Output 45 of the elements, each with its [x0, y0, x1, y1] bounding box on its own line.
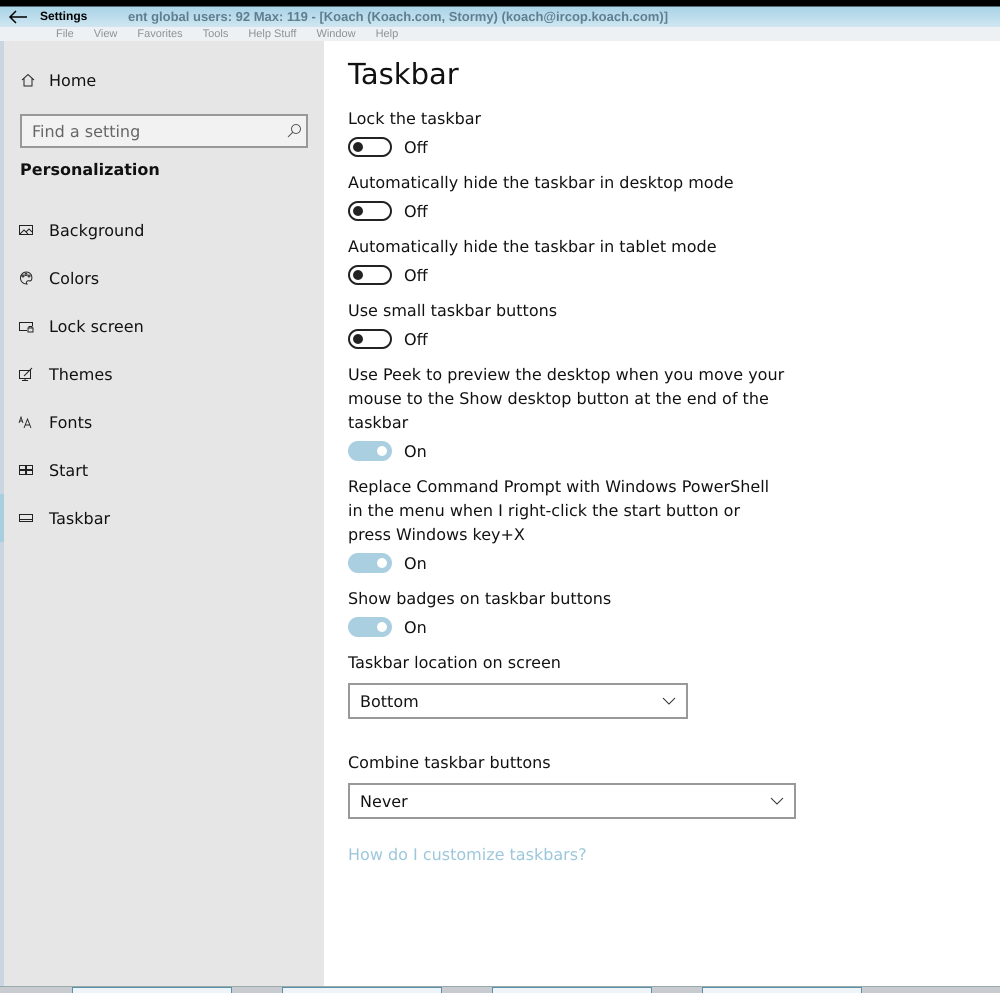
chevron-down-icon: [662, 697, 676, 705]
setting-label: Show badges on taskbar buttons: [348, 588, 612, 610]
setting-label: Use Peek to preview the desktop when you move your mouse to the Show desktop button at the end of the taskbar: [348, 364, 786, 434]
image-icon: [18, 222, 34, 238]
toggle-state: Off: [404, 202, 428, 220]
setting-label: Use small taskbar buttons: [348, 300, 558, 322]
sidebar-item[interactable]: Background: [0, 206, 324, 254]
sidebar-item[interactable]: Fonts: [0, 398, 324, 446]
toggle-state: Off: [404, 266, 428, 284]
page-title: Taskbar: [348, 57, 460, 91]
background-window-title: ent global users: 92 Max: 119 - [Koach (Koach.com, Stormy) (koach@ircop.koach.com)]: [128, 9, 668, 24]
setting-label: Automatically hide the taskbar in desktop mode: [348, 172, 735, 194]
sidebar-item[interactable]: Taskbar: [0, 494, 324, 542]
setting-label: Replace Command Prompt with Windows PowerShell in the menu when I right-click the start button or press Windows key+X: [348, 476, 770, 546]
home-link[interactable]: Home: [4, 68, 324, 92]
chevron-down-icon: [770, 797, 784, 805]
toggle-switch[interactable]: [348, 329, 392, 349]
toggle-switch[interactable]: [348, 201, 392, 221]
toggle-state: On: [404, 618, 427, 636]
dropdown[interactable]: Bottom: [348, 683, 688, 719]
section-heading: Personalization: [20, 160, 161, 181]
sidebar-item[interactable]: Themes: [0, 350, 324, 398]
letters-icon: [18, 414, 34, 430]
tiles-icon: [18, 462, 34, 478]
brush-icon: [18, 366, 34, 382]
search-field[interactable]: Find a setting: [20, 114, 308, 148]
setting-label: Lock the taskbar: [348, 108, 482, 130]
toggle-switch[interactable]: [348, 137, 392, 157]
back-icon[interactable]: [8, 10, 28, 24]
window-title: Settings: [40, 9, 88, 23]
setting-label: Combine taskbar buttons: [348, 752, 552, 774]
toggle-state: Off: [404, 330, 428, 348]
toggle-state: On: [404, 554, 427, 572]
setting-label: Taskbar location on screen: [348, 652, 562, 674]
sidebar-item[interactable]: Colors: [0, 254, 324, 302]
toggle-state: On: [404, 442, 427, 460]
toggle-state: Off: [404, 138, 428, 156]
sidebar-item[interactable]: Start: [0, 446, 324, 494]
sidebar-item[interactable]: Lock screen: [0, 302, 324, 350]
toggle-switch[interactable]: [348, 265, 392, 285]
home-icon: [21, 73, 35, 87]
dropdown[interactable]: Never: [348, 783, 796, 819]
search-icon: [286, 123, 302, 139]
setting-label: Automatically hide the taskbar in tablet mode: [348, 236, 718, 258]
palette-icon: [18, 270, 34, 286]
